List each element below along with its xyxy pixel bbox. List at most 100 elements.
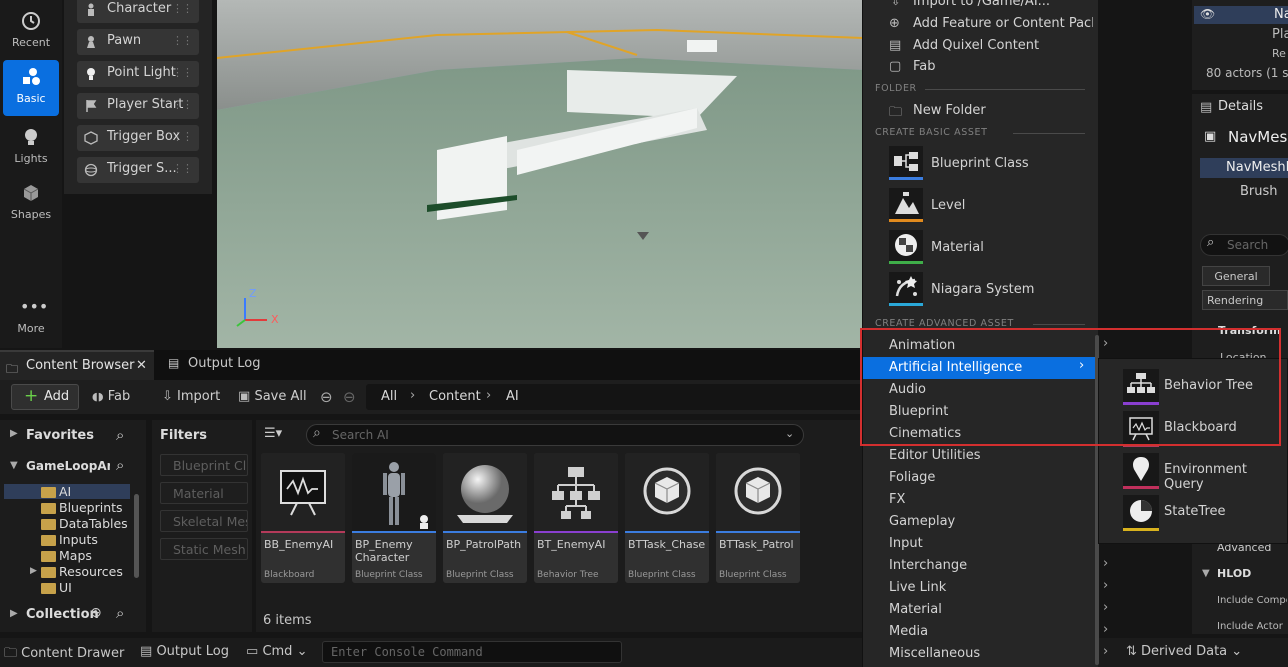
menu-item-new-folder[interactable]: 🗀 New Folder [863, 101, 1099, 121]
mode-shapes[interactable]: Shapes [3, 176, 59, 232]
folder-icon [41, 567, 56, 578]
place-item-player-start[interactable]: Player Start ⋮⋮ [77, 93, 199, 119]
filter-static-mesh[interactable]: Static Mesh [160, 538, 248, 560]
menu-item-quixel[interactable]: ▤ Add Quixel Content [863, 36, 1099, 56]
component-row[interactable]: NavMeshB [1200, 158, 1288, 178]
folder-item-inputs[interactable]: Inputs [0, 532, 130, 548]
menu-category-cinematics[interactable]: Cinematics› [889, 423, 1108, 445]
asset-tile-bp_enemy-character[interactable]: BP_Enemy Character Blueprint Class [352, 453, 436, 583]
close-icon[interactable]: ✕ [136, 358, 147, 373]
menu-category-input[interactable]: Input› [889, 533, 1108, 555]
menu-item-level[interactable]: Level [863, 188, 1099, 224]
scrollbar[interactable] [134, 494, 139, 578]
chevron-down-icon: ⌄ [296, 644, 308, 659]
mode-recent[interactable]: Recent [3, 4, 59, 60]
folder-item-datatables[interactable]: DataTables [0, 516, 130, 532]
submenu-item-statetree[interactable]: StateTree [1099, 495, 1287, 531]
project-header[interactable]: ▼ GameLoopAnd ⌕ [0, 456, 146, 478]
transform-section[interactable]: Transform [1218, 324, 1281, 337]
menu-category-material[interactable]: Material › [889, 599, 1108, 621]
place-item-character[interactable]: Character ⋮⋮ [77, 0, 199, 23]
asset-tile-bt_enemyai[interactable]: BT_EnemyAI Behavior Tree [534, 453, 618, 583]
menu-item-fab[interactable]: ▢ Fab [863, 57, 1099, 77]
mode-more[interactable]: ••• More [3, 290, 59, 346]
submenu-item-blackboard[interactable]: Blackboard [1099, 411, 1287, 447]
mode-basic[interactable]: Basic [3, 60, 59, 116]
niagara-icon [889, 272, 923, 306]
menu-category-artificial-intelligence[interactable]: Artificial Intelligence › [863, 357, 1097, 379]
menu-category-live-link[interactable]: Live Link › [889, 577, 1108, 599]
details-search[interactable]: ⌕ Search [1200, 234, 1288, 256]
menu-category-audio[interactable]: Audio› [889, 379, 1108, 401]
folder-item-blueprints[interactable]: Blueprints [0, 500, 130, 516]
folder-item-resources[interactable]: ▶ Resources [0, 564, 130, 580]
filter-material[interactable]: Material [160, 482, 248, 504]
filter-skeletal-mesh[interactable]: Skeletal Mes [160, 510, 248, 532]
console-input[interactable]: Enter Console Command [322, 641, 622, 663]
place-item-trigger-sphere[interactable]: Trigger S... ⋮⋮ [77, 157, 199, 183]
favorites-header[interactable]: ▶ Favorites ⌕ [0, 424, 146, 448]
asset-tile-bb_enemyai[interactable]: BB_EnemyAI Blackboard [261, 453, 345, 583]
menu-item-niagara-system[interactable]: Niagara System [863, 272, 1099, 308]
outliner-row[interactable]: 👁 Na [1194, 6, 1288, 24]
menu-category-media[interactable]: Media › [889, 621, 1108, 643]
menu-item-add-feature[interactable]: ⊕ Add Feature or Content Pack... [863, 14, 1099, 34]
back-icon[interactable]: ⊖ [320, 388, 333, 406]
output-log-button[interactable]: ▤ Output Log [140, 644, 229, 659]
outliner-row[interactable]: Pla [1272, 27, 1288, 42]
folder-item-maps[interactable]: Maps [0, 548, 130, 564]
content-drawer-button[interactable]: 🗀 Content Drawer [4, 644, 124, 666]
menu-category-gameplay[interactable]: Gameplay› [889, 511, 1108, 533]
brush-component[interactable]: Brush [1240, 184, 1278, 199]
folder-item-ai[interactable]: AI [0, 484, 130, 500]
menu-category-foliage[interactable]: Foliage› [889, 467, 1108, 489]
menu-category-interchange[interactable]: Interchange › [889, 555, 1108, 577]
folder-item-ui[interactable]: UI [0, 580, 130, 596]
menu-category-fx[interactable]: FX› [889, 489, 1108, 511]
fab-button[interactable]: ◖◗ Fab [92, 389, 130, 413]
place-item-pawn[interactable]: Pawn ⋮⋮ [77, 29, 199, 55]
tab-rendering[interactable]: Rendering [1202, 290, 1288, 310]
menu-item-blueprint-class[interactable]: Blueprint Class [863, 146, 1099, 182]
save-all-button[interactable]: ▣ Save All [238, 389, 307, 413]
chevron-right-icon: › [1103, 556, 1109, 571]
search-icon[interactable]: ⌕ [116, 456, 124, 474]
search-input[interactable]: ⌕ Search AI ⌄ [306, 424, 804, 446]
menu-category-animation[interactable]: Animation › [889, 335, 1108, 357]
eye-icon[interactable]: 👁 [1200, 7, 1215, 21]
submenu-item-behavior-tree[interactable]: Behavior Tree [1099, 369, 1287, 405]
breadcrumb-content[interactable]: Content [429, 389, 481, 404]
place-item-trigger-box[interactable]: Trigger Box ⋮⋮ [77, 125, 199, 151]
submenu-item-environment-query[interactable]: Environment Query [1099, 453, 1287, 492]
place-item-point-light[interactable]: Point Light ⋮⋮ [77, 61, 199, 87]
asset-tile-bp_patrolpath[interactable]: BP_PatrolPath Blueprint Class [443, 453, 527, 583]
level-viewport[interactable]: Z X [217, 0, 863, 348]
hlod-section[interactable]: HLOD [1217, 567, 1251, 580]
menu-category-blueprint[interactable]: Blueprint› [889, 401, 1108, 423]
menu-item-import[interactable]: ⇩ Import to /Game/AI... [863, 0, 1099, 12]
asset-tile-bttask_chase[interactable]: BTTask_Chase Blueprint Class [625, 453, 709, 583]
forward-icon[interactable]: ⊖ [343, 388, 356, 406]
outliner-row[interactable]: Re [1272, 47, 1286, 60]
asset-tile-bttask_patrol[interactable]: BTTask_Patrol Blueprint Class [716, 453, 800, 583]
add-collection-icon[interactable]: ⊕ [90, 605, 102, 621]
menu-category-editor-utilities[interactable]: Editor Utilities› [889, 445, 1108, 467]
tab-output-log[interactable]: ▤ Output Log [160, 350, 280, 380]
cmd-dropdown[interactable]: ▭ Cmd ⌄ [246, 644, 307, 659]
derived-data-button[interactable]: ⇅ Derived Data ⌄ [1126, 644, 1242, 659]
menu-category-miscellaneous[interactable]: Miscellaneous › [889, 643, 1108, 665]
filter-menu-icon[interactable]: ☰▾ [264, 426, 282, 441]
tab-general[interactable]: General [1202, 266, 1270, 286]
menu-item-material[interactable]: Material [863, 230, 1099, 266]
breadcrumb-ai[interactable]: AI [506, 389, 519, 404]
collection-header[interactable]: ▶ Collection ⊕ ⌕ [0, 604, 146, 626]
filter-blueprint-class[interactable]: Blueprint Cla [160, 454, 248, 476]
search-icon[interactable]: ⌕ [116, 604, 124, 622]
mode-lights[interactable]: Lights [3, 120, 59, 176]
import-button[interactable]: ⇩ Import [162, 389, 220, 413]
search-icon[interactable]: ⌕ [116, 426, 124, 444]
tab-content-browser[interactable]: 🗀 Content Browser ✕ [0, 350, 154, 380]
asset-name: BT_EnemyAI [537, 538, 606, 551]
breadcrumb-all[interactable]: All [381, 389, 397, 404]
add-button[interactable]: + Add [11, 384, 79, 410]
